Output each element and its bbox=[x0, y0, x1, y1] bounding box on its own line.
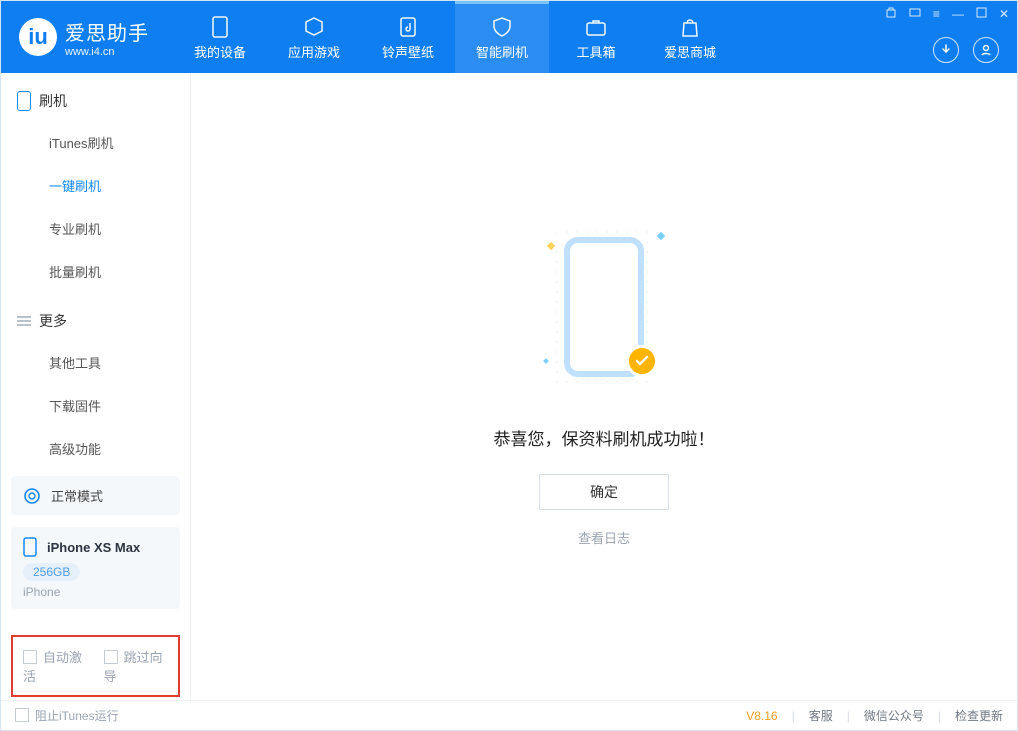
sidebar-item-one-click-flash[interactable]: 一键刷机 bbox=[49, 164, 190, 207]
check-update-link[interactable]: 检查更新 bbox=[955, 707, 1003, 724]
wechat-link[interactable]: 微信公众号 bbox=[864, 707, 924, 724]
hamburger-icon bbox=[17, 314, 31, 328]
check-icon bbox=[626, 345, 658, 377]
user-icon[interactable] bbox=[973, 37, 999, 63]
shopping-bag-icon bbox=[679, 16, 701, 38]
device-name: iPhone XS Max bbox=[47, 540, 140, 555]
highlighted-options: 自动激活 跳过向导 bbox=[11, 635, 180, 697]
device-icon bbox=[209, 16, 231, 38]
device-card[interactable]: iPhone XS Max 256GB iPhone bbox=[11, 527, 180, 609]
version-label: V8.16 bbox=[746, 709, 777, 723]
cube-icon bbox=[303, 16, 325, 38]
nav-smart-flash[interactable]: 智能刷机 bbox=[455, 1, 549, 73]
maximize-icon[interactable] bbox=[976, 7, 987, 22]
success-illustration bbox=[544, 227, 664, 407]
app-logo-icon: iu bbox=[19, 18, 57, 56]
sidebar-item-batch-flash[interactable]: 批量刷机 bbox=[49, 250, 190, 293]
nav-label: 智能刷机 bbox=[476, 42, 528, 61]
logo-area: iu 爱思助手 www.i4.cn bbox=[1, 1, 173, 73]
device-type: iPhone bbox=[23, 585, 168, 599]
sidebar-item-other-tools[interactable]: 其他工具 bbox=[49, 341, 190, 384]
status-bar: 阻止iTunes运行 V8.16 | 客服 | 微信公众号 | 检查更新 bbox=[1, 700, 1017, 730]
sidebar-item-download-firmware[interactable]: 下载固件 bbox=[49, 384, 190, 427]
toolbox-icon bbox=[585, 16, 607, 38]
block-itunes-checkbox[interactable]: 阻止iTunes运行 bbox=[15, 707, 119, 724]
nav-label: 铃声壁纸 bbox=[382, 42, 434, 61]
nav-apps-games[interactable]: 应用游戏 bbox=[267, 1, 361, 73]
menu-icon[interactable]: ≡ bbox=[933, 7, 940, 22]
minimize-icon[interactable]: — bbox=[952, 7, 964, 22]
close-icon[interactable]: ✕ bbox=[999, 7, 1009, 22]
nav-my-device[interactable]: 我的设备 bbox=[173, 1, 267, 73]
app-name: 爱思助手 bbox=[65, 17, 149, 46]
phone-icon bbox=[17, 91, 31, 111]
support-link[interactable]: 客服 bbox=[809, 707, 833, 724]
sidebar-item-pro-flash[interactable]: 专业刷机 bbox=[49, 207, 190, 250]
sidebar-item-itunes-flash[interactable]: iTunes刷机 bbox=[49, 121, 190, 164]
view-log-link[interactable]: 查看日志 bbox=[578, 528, 630, 547]
header-actions bbox=[933, 37, 999, 63]
download-icon[interactable] bbox=[933, 37, 959, 63]
nav-ringtone-wallpaper[interactable]: 铃声壁纸 bbox=[361, 1, 455, 73]
sidebar-item-advanced[interactable]: 高级功能 bbox=[49, 427, 190, 470]
sidebar-section-more: 更多 bbox=[1, 293, 190, 341]
section-title: 刷机 bbox=[39, 91, 67, 111]
skin-icon[interactable] bbox=[885, 7, 897, 22]
app-url: www.i4.cn bbox=[65, 46, 149, 58]
nav-label: 应用游戏 bbox=[288, 42, 340, 61]
checkbox-label: 阻止iTunes运行 bbox=[35, 709, 119, 723]
refresh-icon bbox=[23, 487, 41, 505]
nav-toolbox[interactable]: 工具箱 bbox=[549, 1, 643, 73]
device-icon bbox=[23, 537, 37, 557]
feedback-icon[interactable] bbox=[909, 7, 921, 22]
top-nav: 我的设备 应用游戏 铃声壁纸 智能刷机 工具箱 bbox=[173, 1, 737, 73]
sidebar-section-flash: 刷机 bbox=[1, 73, 190, 121]
checkbox-icon bbox=[104, 650, 118, 664]
nav-label: 爱思商城 bbox=[664, 42, 716, 61]
app-header: iu 爱思助手 www.i4.cn 我的设备 应用游戏 铃声壁纸 bbox=[1, 1, 1017, 73]
main-content: 恭喜您，保资料刷机成功啦！ 确定 查看日志 bbox=[191, 73, 1017, 700]
storage-badge: 256GB bbox=[23, 563, 80, 581]
section-title: 更多 bbox=[39, 311, 67, 331]
sidebar: 刷机 iTunes刷机 一键刷机 专业刷机 批量刷机 更多 其他工具 下载固件 … bbox=[1, 73, 191, 700]
checkbox-icon bbox=[15, 708, 29, 722]
shield-refresh-icon bbox=[491, 16, 513, 38]
window-controls: ≡ — ✕ bbox=[885, 7, 1009, 22]
mode-label: 正常模式 bbox=[51, 486, 103, 505]
mode-card[interactable]: 正常模式 bbox=[11, 476, 180, 515]
checkbox-icon bbox=[23, 650, 37, 664]
nav-store[interactable]: 爱思商城 bbox=[643, 1, 737, 73]
auto-activate-checkbox[interactable]: 自动激活 bbox=[23, 647, 88, 685]
nav-label: 我的设备 bbox=[194, 42, 246, 61]
success-message: 恭喜您，保资料刷机成功啦！ bbox=[494, 425, 715, 450]
nav-label: 工具箱 bbox=[576, 42, 615, 61]
ok-button[interactable]: 确定 bbox=[539, 474, 669, 510]
music-note-icon bbox=[397, 16, 419, 38]
skip-wizard-checkbox[interactable]: 跳过向导 bbox=[104, 647, 169, 685]
